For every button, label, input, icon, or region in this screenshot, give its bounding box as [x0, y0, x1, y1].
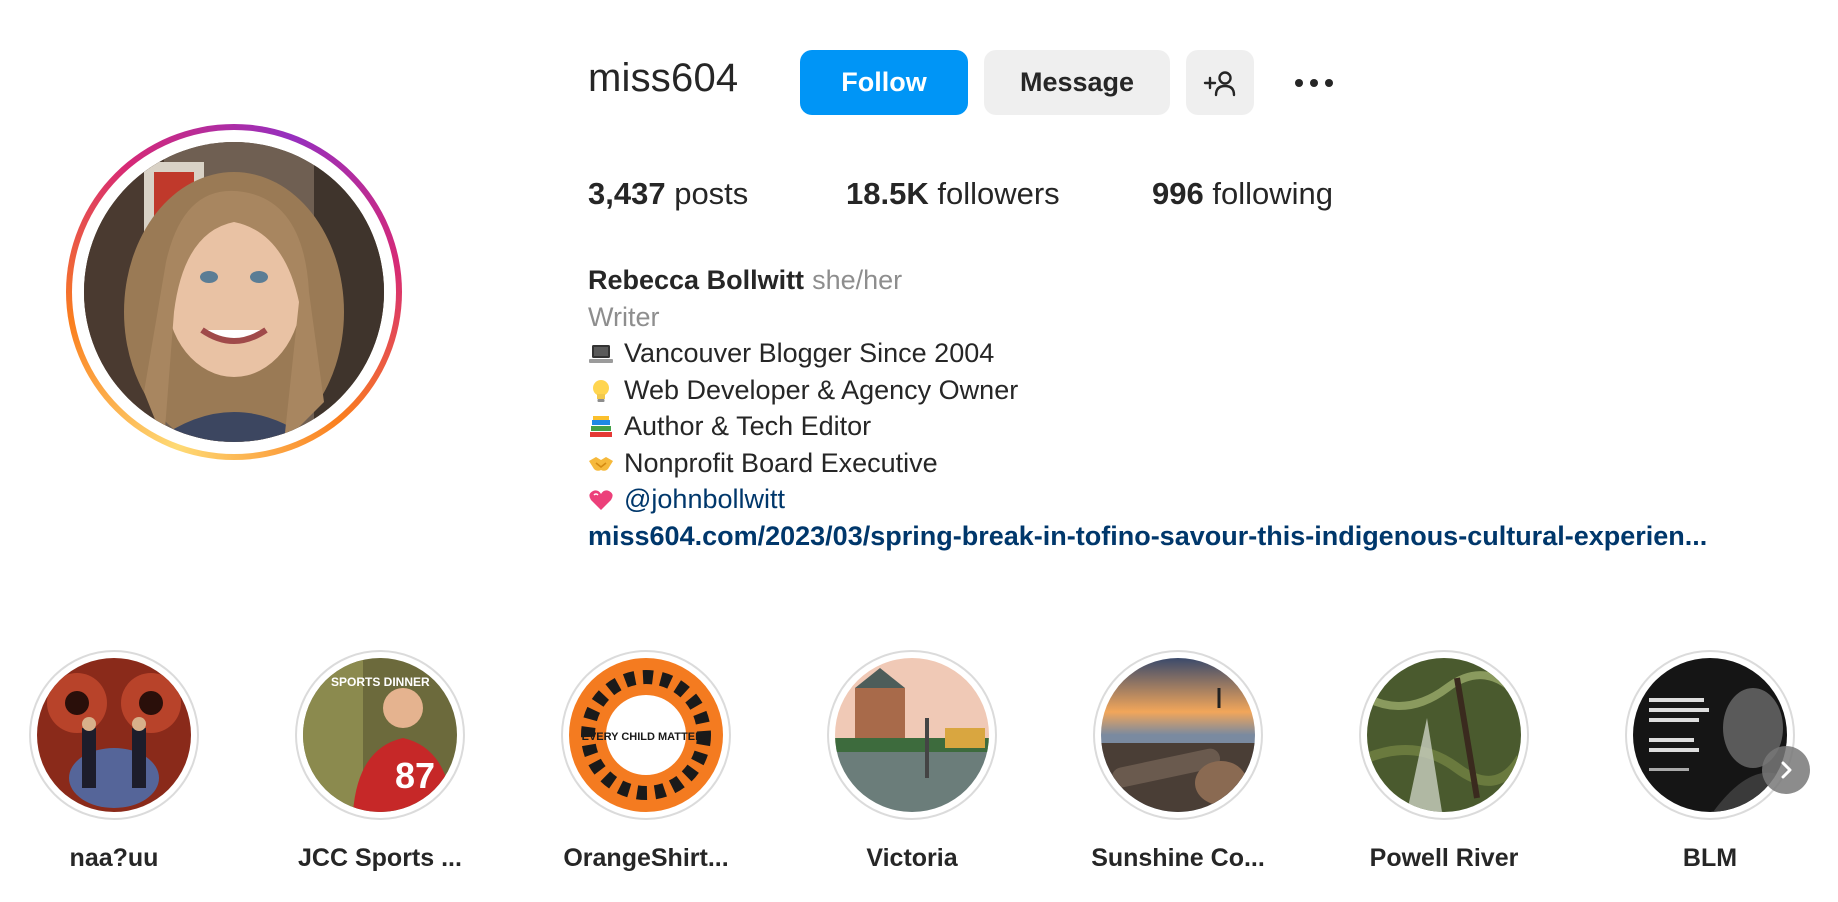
story-highlight[interactable]: naa?uu [0, 650, 234, 873]
story-highlight[interactable]: Victoria [792, 650, 1032, 873]
bio-line: Author & Tech Editor [588, 408, 1707, 445]
bio-line: Vancouver Blogger Since 2004 [588, 335, 1707, 372]
highlight-label: naa?uu [69, 844, 159, 872]
posts-stat: 3,437 posts [588, 176, 748, 212]
follow-button[interactable]: Follow [800, 50, 968, 115]
avatar-portrait [84, 142, 384, 442]
add-user-icon [1203, 70, 1236, 96]
bio-line: @johnbollwitt [588, 481, 1707, 518]
highlight-label: JCC Sports ... [298, 844, 462, 872]
highlight-thumb-text: EVERY CHILD MATTERS [582, 731, 711, 743]
highlight-thumbnail [1101, 658, 1255, 812]
highlights-next-button[interactable] [1762, 746, 1810, 794]
chevron-right-icon [1781, 761, 1792, 779]
bio-line-text: Vancouver Blogger Since 2004 [624, 338, 995, 368]
more-options-icon[interactable] [1284, 62, 1344, 104]
bio-line: Nonprofit Board Executive [588, 445, 1707, 482]
bio-category-line: Writer [588, 299, 1707, 336]
heart-icon [588, 486, 614, 512]
posts-label: posts [674, 176, 749, 211]
bio-website-link[interactable]: miss604.com/2023/03/spring-break-in-tofi… [588, 518, 1707, 555]
books-icon [588, 413, 614, 439]
avatar-photo [84, 142, 384, 442]
lightbulb-icon [588, 377, 614, 403]
highlight-thumbnail [1633, 658, 1787, 812]
highlight-label: OrangeShirt... [563, 844, 729, 872]
highlight-thumbnail: SPORTS DINNER 87 [303, 658, 457, 812]
bio-name-line: Rebecca Bollwitt she/her [588, 262, 1707, 299]
profile-avatar[interactable] [66, 124, 402, 460]
posts-count: 3,437 [588, 176, 666, 211]
handshake-icon [588, 450, 614, 476]
following-label: following [1212, 176, 1333, 211]
highlight-thumb-text: SPORTS DINNER [331, 675, 430, 689]
profile-bio: Rebecca Bollwitt she/her Writer Vancouve… [588, 262, 1707, 554]
highlight-label: Victoria [866, 844, 958, 872]
following-stat[interactable]: 996 following [1152, 176, 1333, 212]
followers-count: 18.5K [846, 176, 929, 211]
story-highlight[interactable]: Sunshine Co... [1058, 650, 1298, 873]
highlight-label: BLM [1682, 844, 1738, 872]
followers-stat[interactable]: 18.5K followers [846, 176, 1060, 212]
story-highlight[interactable]: EVERY CHILD MATTERS OrangeShirt... [526, 650, 766, 873]
mention-link[interactable]: @johnbollwitt [624, 481, 785, 518]
highlight-thumbnail [37, 658, 191, 812]
full-name: Rebecca Bollwitt [588, 265, 805, 295]
pronouns: she/her [812, 265, 903, 295]
highlight-thumbnail: EVERY CHILD MATTERS [569, 658, 723, 812]
bio-link-line: miss604.com/2023/03/spring-break-in-tofi… [588, 518, 1707, 555]
story-highlight[interactable]: Powell River [1324, 650, 1564, 873]
bio-line: Web Developer & Agency Owner [588, 372, 1707, 409]
profile-category: Writer [588, 301, 660, 332]
highlight-thumbnail [835, 658, 989, 812]
bio-line-text: Author & Tech Editor [624, 411, 872, 441]
laptop-icon [588, 340, 614, 366]
suggested-accounts-button[interactable] [1186, 50, 1254, 115]
bio-line-text: Nonprofit Board Executive [624, 447, 938, 478]
followers-label: followers [937, 176, 1060, 211]
profile-page: miss604 Follow Message 3,437 posts 18.5K… [0, 0, 1838, 902]
message-button[interactable]: Message [984, 50, 1170, 115]
highlight-label: Powell River [1369, 844, 1519, 872]
highlight-thumbnail [1367, 658, 1521, 812]
profile-username: miss604 [588, 56, 739, 100]
highlight-label: Sunshine Co... [1091, 844, 1265, 872]
following-count: 996 [1152, 176, 1204, 211]
story-highlight[interactable]: SPORTS DINNER 87 JCC Sports ... [260, 650, 500, 873]
highlight-thumb-jersey: 87 [395, 755, 435, 796]
bio-line-text: Web Developer & Agency Owner [624, 374, 1019, 405]
